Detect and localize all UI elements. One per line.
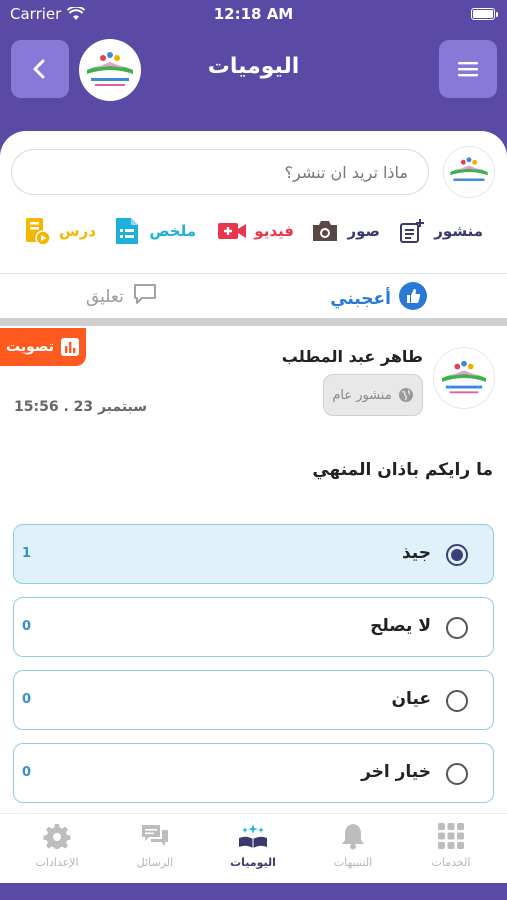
poll-option-label: لا يصلح <box>370 616 431 636</box>
chat-icon <box>142 825 168 846</box>
post-type-label: صور <box>347 222 380 240</box>
radio-icon[interactable] <box>446 763 468 785</box>
poll-option[interactable]: جيذ 1 <box>13 524 494 584</box>
status-bar: Carrier 12:18 AM <box>0 0 507 30</box>
tab-settings[interactable]: الإعدادات <box>12 822 102 869</box>
vote-tag-label: تصويت <box>6 339 54 355</box>
post-type-label: ملخص <box>149 222 196 240</box>
bottom-tab-bar: الإعدادات الرسائل اليوميات التنبيهات الخ… <box>0 813 507 883</box>
status-time: 12:18 AM <box>213 5 294 23</box>
radio-selected-icon[interactable] <box>446 544 468 566</box>
home-indicator <box>0 883 507 900</box>
poll-option[interactable]: عيان 0 <box>13 670 494 730</box>
poll-option[interactable]: لا يصلح 0 <box>13 597 494 657</box>
tab-label: الإعدادات <box>35 856 79 869</box>
feed-card: منشور صور فيديو ملخص درس <box>0 131 507 891</box>
tab-services[interactable]: الخدمات <box>406 822 496 869</box>
poll-option-count: 0 <box>22 765 32 780</box>
camera-icon <box>310 216 340 246</box>
tab-label: التنبيهات <box>333 856 373 869</box>
tab-messages[interactable]: الرسائل <box>110 822 200 869</box>
post-input[interactable] <box>12 150 428 194</box>
menu-button[interactable] <box>439 40 497 98</box>
post-type-label: منشور <box>434 222 483 240</box>
poll-icon <box>60 338 79 356</box>
battery-icon <box>471 8 498 20</box>
vote-tag: تصويت <box>0 328 86 366</box>
post-type-label: درس <box>58 222 96 240</box>
gear-icon <box>43 824 71 849</box>
user-avatar <box>443 146 495 198</box>
bell-icon <box>342 824 364 850</box>
comment-icon <box>132 282 158 311</box>
privacy-badge: منشور عام <box>323 374 423 416</box>
radio-icon[interactable] <box>446 690 468 712</box>
page-title: اليوميات <box>207 54 300 79</box>
poll-option-label: عيان <box>391 689 431 709</box>
section-separator <box>0 318 507 326</box>
comment-button[interactable]: تعليق <box>86 282 158 311</box>
post-type-summary[interactable]: ملخص <box>112 213 196 249</box>
tab-label: اليوميات <box>230 856 276 869</box>
lesson-icon <box>22 216 52 246</box>
poll-option-label: جيذ <box>401 543 431 563</box>
poll-option[interactable]: خيار اخر 0 <box>13 743 494 803</box>
video-icon <box>217 216 247 246</box>
poll-option-count: 0 <box>22 692 32 707</box>
post-type-post[interactable]: منشور <box>397 213 483 249</box>
poll-option-count: 1 <box>22 546 32 561</box>
post-type-lesson[interactable]: درس <box>22 213 96 249</box>
summary-icon <box>112 216 142 246</box>
grid-icon <box>438 823 464 849</box>
comment-label: تعليق <box>86 286 124 307</box>
tab-diary[interactable]: اليوميات <box>208 822 298 869</box>
tab-label: الخدمات <box>431 856 471 869</box>
hamburger-icon <box>458 62 478 77</box>
radio-icon[interactable] <box>446 617 468 639</box>
post-add-icon <box>397 216 427 246</box>
poll-question: ما رايكم باذان المنهي <box>312 460 493 480</box>
post-type-video[interactable]: فيديو <box>217 213 294 249</box>
like-icon <box>399 282 427 315</box>
composer[interactable] <box>11 149 429 195</box>
tab-notifications[interactable]: التنبيهات <box>308 822 398 869</box>
post-type-label: فيديو <box>254 222 294 240</box>
reaction-bar: أعجبني تعليق <box>0 274 507 318</box>
poll-option-count: 0 <box>22 619 32 634</box>
poll-option-label: خيار اخر <box>361 762 431 782</box>
post-type-photos[interactable]: صور <box>310 213 380 249</box>
privacy-label: منشور عام <box>332 387 392 403</box>
tab-label: الرسائل <box>136 856 174 869</box>
like-label: أعجبني <box>330 288 391 309</box>
post-type-bar: منشور صور فيديو ملخص درس <box>0 213 507 249</box>
author-avatar[interactable] <box>433 347 495 409</box>
author-name[interactable]: طاهر عبد المطلب <box>282 347 423 366</box>
app-header: اليوميات <box>0 38 507 101</box>
like-button[interactable]: أعجبني <box>330 282 427 315</box>
book-sparkle-icon <box>239 824 267 848</box>
post-timestamp: سبتمبر 23 . 15:56 <box>14 399 148 415</box>
globe-icon <box>398 388 413 402</box>
